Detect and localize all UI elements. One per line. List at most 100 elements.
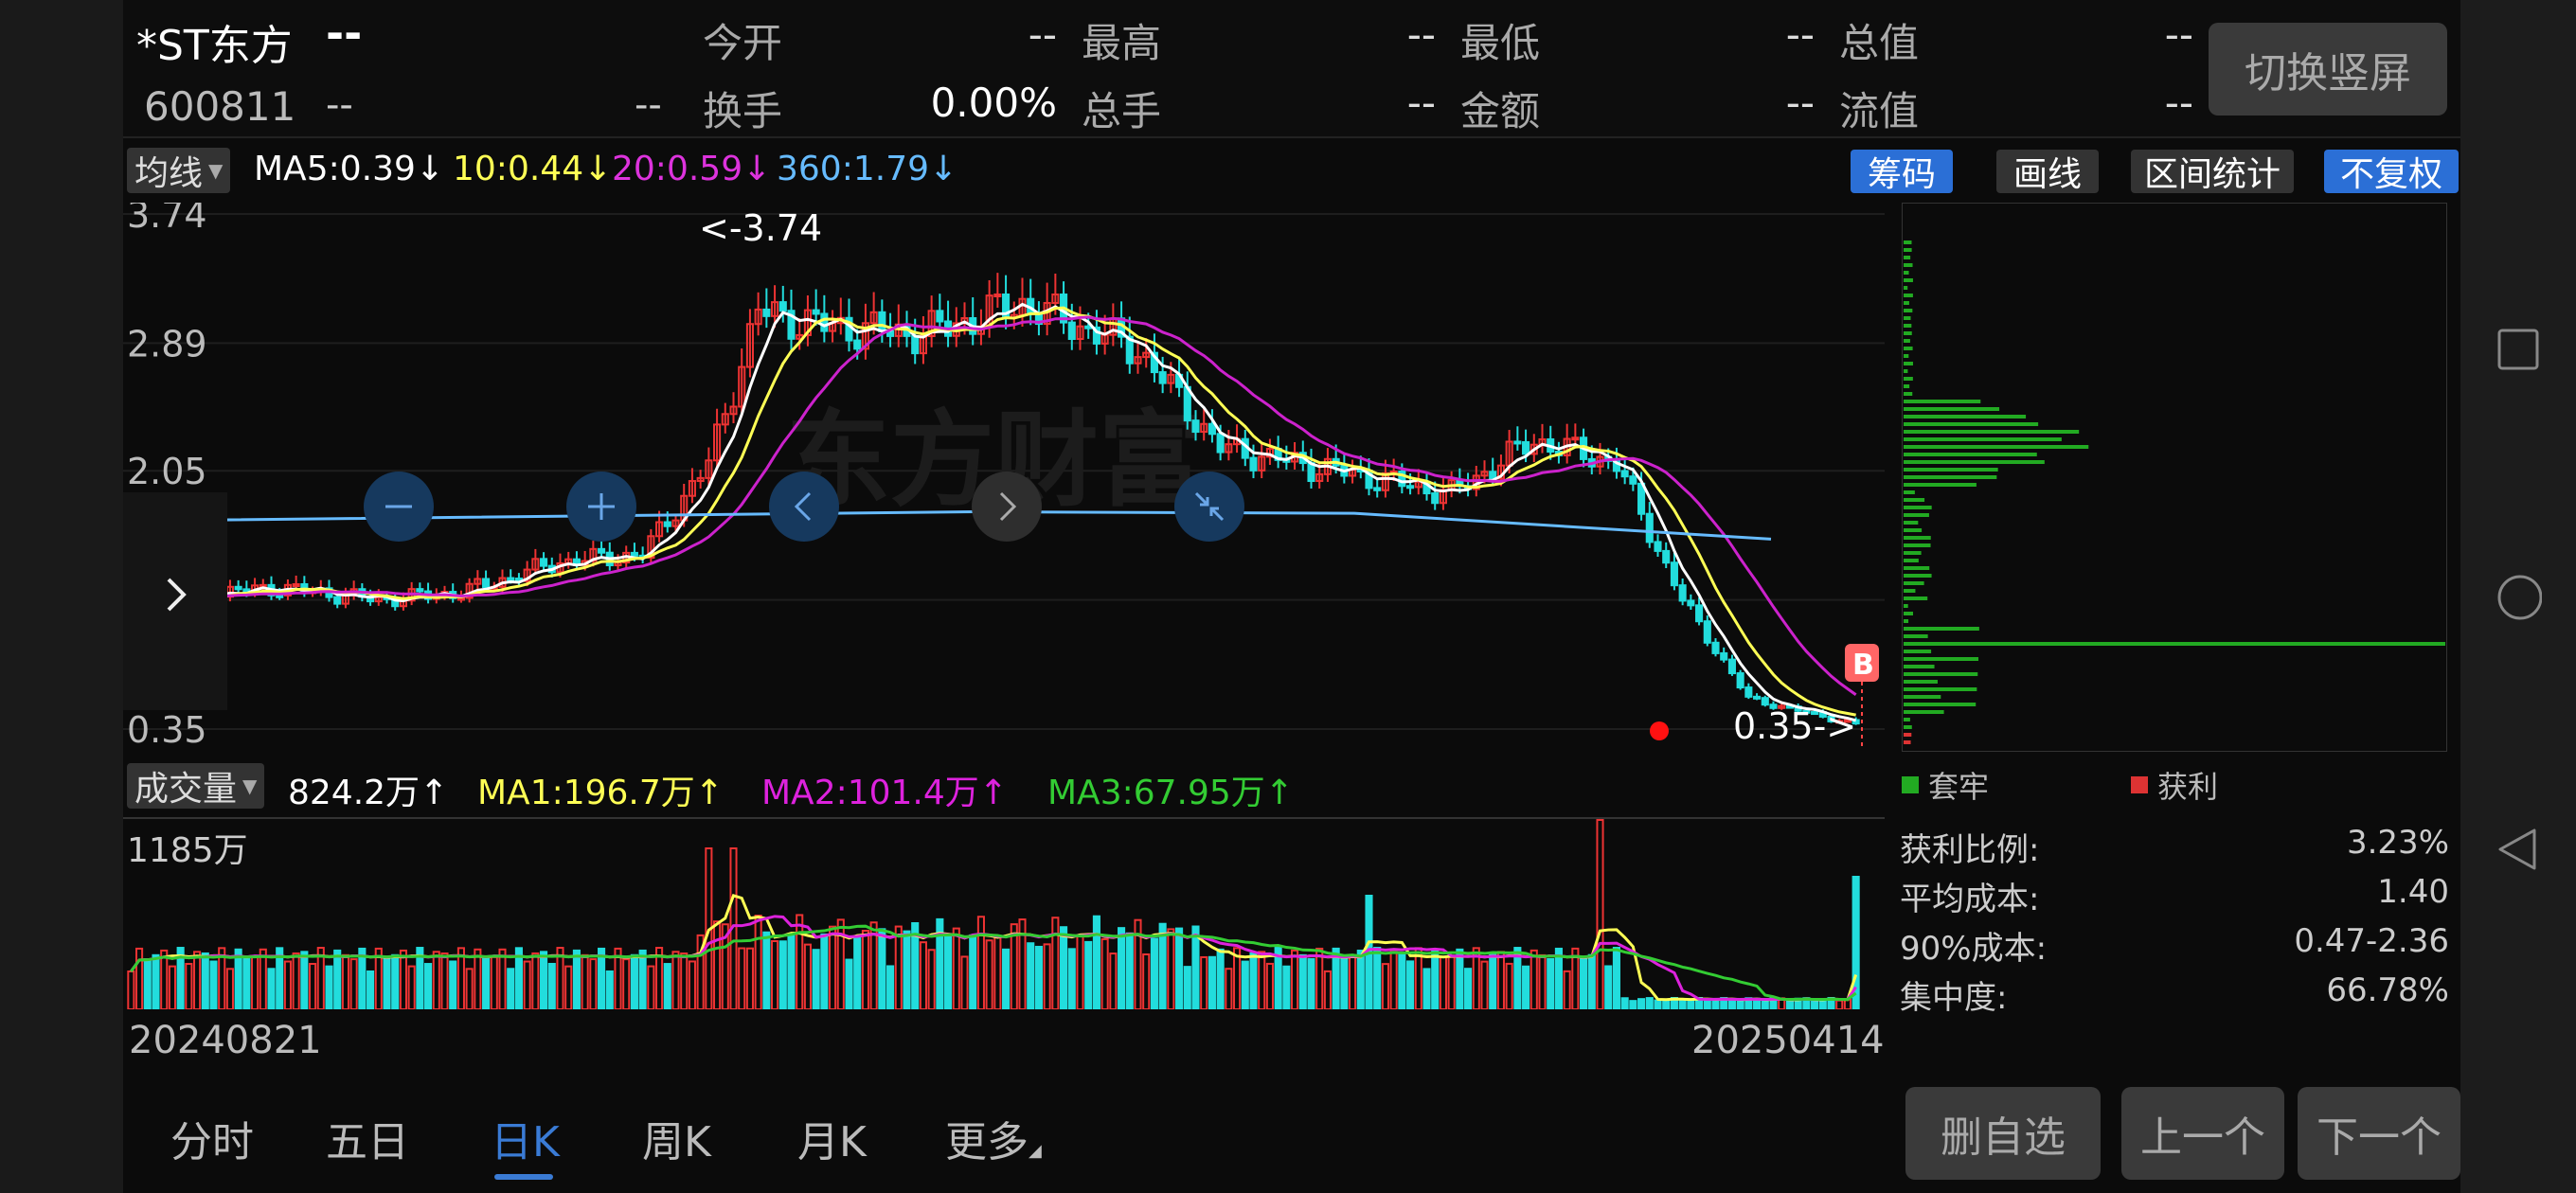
chip-bar bbox=[1904, 680, 1938, 684]
remove-watchlist-button[interactable]: 删自选 bbox=[1905, 1087, 2101, 1180]
volume-bar bbox=[1282, 965, 1291, 1009]
volume-bar bbox=[242, 955, 251, 1009]
candle-body bbox=[292, 582, 300, 587]
chip-bar bbox=[1904, 740, 1911, 744]
tab-monthly-k[interactable]: 月K bbox=[797, 1108, 867, 1168]
back-button[interactable] bbox=[2495, 826, 2542, 873]
tab-five-day[interactable]: 五日 bbox=[326, 1108, 409, 1168]
candle-body bbox=[1687, 599, 1695, 607]
volume-bar bbox=[903, 930, 911, 1009]
chip-stat-avg-cost: 平均成本: 1.40 bbox=[1900, 873, 2449, 918]
recent-apps-button[interactable] bbox=[2495, 326, 2542, 373]
chip-bar bbox=[1904, 657, 1979, 661]
volume-bar bbox=[1761, 1000, 1769, 1009]
chip-stat-90-cost: 90%成本: 0.47-2.36 bbox=[1900, 922, 2449, 968]
volume-type-dropdown[interactable]: 成交量 ▼ bbox=[127, 763, 265, 809]
chip-bar bbox=[1904, 263, 1913, 267]
volume-bar bbox=[424, 963, 433, 1009]
reset-zoom-button[interactable] bbox=[1174, 472, 1244, 542]
volume-ma1: MA1:196.7万↑ bbox=[477, 774, 724, 812]
candle-body bbox=[663, 521, 671, 527]
candle-body bbox=[630, 551, 638, 557]
zoom-in-button[interactable] bbox=[566, 472, 636, 542]
home-button[interactable] bbox=[2495, 574, 2542, 621]
candle-body bbox=[1513, 440, 1522, 445]
volume-bar bbox=[1340, 958, 1349, 1009]
chip-bar bbox=[1904, 498, 1925, 502]
volume-bar bbox=[1464, 968, 1473, 1009]
volume-bar bbox=[449, 960, 457, 1009]
quote-label-total-cap: 总值 bbox=[1839, 20, 1920, 66]
volume-indicator-bar: 成交量 ▼ 824.2万↑ MA1:196.7万↑ MA2:101.4万↑ MA… bbox=[123, 757, 1885, 814]
ma-type-dropdown[interactable]: 均线 ▼ bbox=[127, 148, 231, 193]
chip-bar bbox=[1904, 422, 2039, 426]
volume-bar bbox=[638, 949, 647, 1009]
volume-bar bbox=[1241, 960, 1249, 1009]
volume-bar bbox=[1183, 966, 1191, 1009]
volume-bar bbox=[878, 928, 886, 1009]
range-stats-button[interactable]: 区间统计 bbox=[2131, 150, 2294, 194]
candle-body bbox=[276, 594, 284, 598]
candle-body bbox=[1406, 485, 1415, 490]
stock-code: 600811 bbox=[144, 83, 296, 130]
chip-bar bbox=[1904, 604, 1908, 608]
candle-body bbox=[1620, 470, 1629, 478]
quote-label-open: 今开 bbox=[703, 20, 783, 66]
tab-more[interactable]: 更多◢ bbox=[945, 1108, 1042, 1168]
volume-bar bbox=[1654, 999, 1662, 1009]
collapse-arrows-icon bbox=[1194, 491, 1225, 522]
chip-bar bbox=[1904, 725, 1912, 729]
chip-bar bbox=[1904, 324, 1912, 328]
crosshair-handle[interactable] bbox=[123, 492, 227, 710]
chip-distribution-chart[interactable] bbox=[1902, 203, 2447, 752]
circle-icon bbox=[2497, 575, 2542, 620]
candle-body bbox=[1727, 658, 1736, 675]
end-date: 20250414 bbox=[1691, 1019, 1885, 1062]
next-stock-button[interactable]: 下一个 bbox=[2298, 1087, 2460, 1180]
scroll-left-button[interactable] bbox=[769, 472, 839, 542]
volume-bar bbox=[1456, 948, 1464, 1009]
chip-bar bbox=[1904, 347, 1913, 350]
volume-bar bbox=[845, 958, 853, 1009]
candle-body bbox=[762, 308, 771, 317]
tab-intraday[interactable]: 分时 bbox=[170, 1108, 254, 1168]
volume-bar bbox=[201, 952, 209, 1009]
tab-daily-k[interactable]: 日K bbox=[491, 1108, 560, 1168]
volume-bar bbox=[1678, 999, 1687, 1009]
chip-bar bbox=[1904, 483, 1977, 487]
max-price-marker: <-3.74 bbox=[699, 207, 822, 249]
legend-profit: 获利 bbox=[2131, 763, 2218, 807]
previous-stock-button[interactable]: 上一个 bbox=[2121, 1087, 2284, 1180]
volume-bar bbox=[663, 963, 671, 1009]
legend-trapped: 套牢 bbox=[1902, 763, 1989, 807]
volume-bar bbox=[1637, 998, 1646, 1009]
chips-toggle-button[interactable]: 筹码 bbox=[1851, 150, 1953, 194]
candle-body bbox=[1373, 487, 1382, 491]
volume-current: 824.2万↑ bbox=[288, 774, 449, 812]
tab-weekly-k[interactable]: 周K bbox=[642, 1108, 711, 1168]
back-triangle-icon bbox=[2498, 828, 2536, 870]
chip-bar bbox=[1904, 460, 2045, 464]
draw-line-button[interactable]: 画线 bbox=[1996, 150, 2099, 194]
candle-body bbox=[820, 312, 829, 332]
volume-bar bbox=[778, 940, 787, 1009]
switch-portrait-button[interactable]: 切换竖屏 bbox=[2209, 23, 2447, 116]
chip-bar bbox=[1904, 695, 1941, 699]
candle-body bbox=[1662, 549, 1671, 564]
chip-bar bbox=[1904, 528, 1923, 532]
quote-value-turnover: 0.00% bbox=[930, 80, 1057, 126]
volume-bar bbox=[325, 965, 333, 1009]
volume-bar bbox=[1060, 926, 1068, 1009]
scroll-right-button[interactable] bbox=[972, 472, 1042, 542]
volume-bar bbox=[1612, 947, 1620, 1009]
square-icon bbox=[2497, 329, 2539, 370]
chip-bar bbox=[1904, 536, 1931, 540]
start-date: 20240821 bbox=[129, 1019, 322, 1062]
adjust-mode-button[interactable]: 不复权 bbox=[2324, 150, 2459, 194]
chip-bar bbox=[1904, 733, 1912, 737]
zoom-out-button[interactable] bbox=[364, 472, 434, 542]
volume-bar bbox=[1620, 997, 1629, 1009]
green-square-icon bbox=[1902, 776, 1919, 793]
candle-body bbox=[1753, 695, 1762, 700]
volume-chart[interactable]: 1185万 bbox=[123, 816, 1885, 1009]
